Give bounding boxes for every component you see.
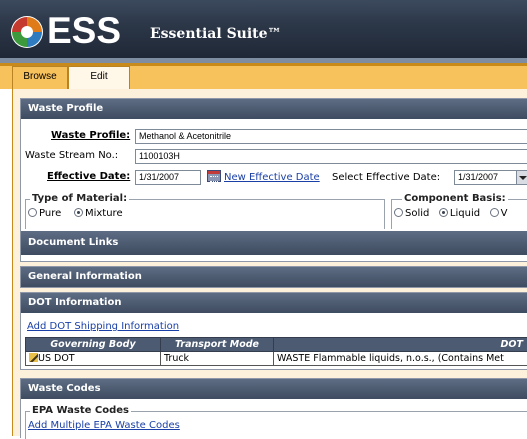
app-subtitle: Essential Suite™ [150,26,282,42]
radio-liquid[interactable]: Liquid [439,208,480,219]
dot-table: Governing Body Transport Mode DOT US DOT… [25,337,527,366]
epa-waste-codes-group: EPA Waste Codes Add Multiple EPA Waste C… [25,411,527,439]
waste-stream-no-label: Waste Stream No.: [25,150,118,161]
calendar-icon[interactable] [207,170,221,182]
new-effective-date-link[interactable]: New Effective Date [224,172,320,183]
table-header-row: Governing Body Transport Mode DOT [26,338,527,352]
tab-browse[interactable]: Browse [12,66,68,89]
radio-v-label: V [501,208,508,219]
type-of-material-group: Type of Material: Pure Mixture [25,199,385,229]
radio-mixture-icon[interactable] [74,208,83,217]
basis-radio-group: Solid Liquid V [394,208,507,219]
table-row[interactable]: US DOT Truck WASTE Flammable liquids, n.… [26,352,527,366]
dot-information-panel: DOT Information Add DOT Shipping Informa… [20,292,527,370]
radio-liquid-icon[interactable] [439,208,448,217]
edit-pencil-icon[interactable] [29,353,38,362]
radio-v-icon[interactable] [490,208,499,217]
panel-title: Waste Profile [21,99,527,119]
ess-logo-icon [10,15,44,49]
add-dot-shipping-link[interactable]: Add DOT Shipping Information [27,321,179,332]
radio-solid-icon[interactable] [394,208,403,217]
material-radio-group: Pure Mixture [28,208,123,219]
transport-mode-cell: Truck [161,352,274,366]
select-effective-date-value: 1/31/2007 [458,172,498,182]
waste-profile-panel: Waste Profile Waste Profile: Methanol & … [20,98,527,262]
governing-body-value: US DOT [38,353,75,364]
epa-waste-codes-legend: EPA Waste Codes [30,405,131,416]
select-effective-date-label: Select Effective Date: [332,172,440,183]
tab-edit[interactable]: Edit [68,66,130,90]
panel-title: Waste Codes [21,379,527,399]
radio-mixture[interactable]: Mixture [74,208,123,219]
component-basis-group: Component Basis: Solid Liquid V [391,199,527,229]
waste-profile-label: Waste Profile: [51,130,130,141]
radio-v[interactable]: V [490,208,508,219]
panel-title[interactable]: General Information [21,267,527,287]
radio-pure-label: Pure [39,208,61,219]
radio-mixture-label: Mixture [85,208,123,219]
column-header-transport-mode[interactable]: Transport Mode [161,338,274,352]
effective-date-label: Effective Date: [47,171,130,182]
type-of-material-legend: Type of Material: [30,193,129,204]
add-multiple-epa-codes-link[interactable]: Add Multiple EPA Waste Codes [28,420,180,431]
waste-profile-input[interactable]: Methanol & Acetonitrile [135,129,527,144]
general-information-panel: General Information [20,266,527,288]
radio-pure-icon[interactable] [28,208,37,217]
component-basis-legend: Component Basis: [402,193,508,204]
effective-date-input[interactable]: 1/31/2007 [135,170,201,185]
column-header-dot[interactable]: DOT [274,338,527,352]
radio-liquid-label: Liquid [450,208,480,219]
radio-solid[interactable]: Solid [394,208,429,219]
panel-title: DOT Information [21,293,527,313]
chevron-down-icon[interactable] [516,171,527,184]
radio-solid-label: Solid [405,208,429,219]
select-effective-date-dropdown[interactable]: 1/31/2007 [454,170,527,185]
document-links-header[interactable]: Document Links [21,231,527,255]
waste-codes-panel: Waste Codes EPA Waste Codes Add Multiple… [20,378,527,438]
app-logo-text: ESS [47,11,121,51]
dot-description-cell: WASTE Flammable liquids, n.o.s., (Contai… [274,352,527,366]
column-header-governing-body[interactable]: Governing Body [26,338,161,352]
waste-stream-no-input[interactable]: 1100103H [135,149,527,164]
radio-pure[interactable]: Pure [28,208,61,219]
app-header: ESS Essential Suite™ [0,0,527,58]
governing-body-cell: US DOT [26,352,161,366]
